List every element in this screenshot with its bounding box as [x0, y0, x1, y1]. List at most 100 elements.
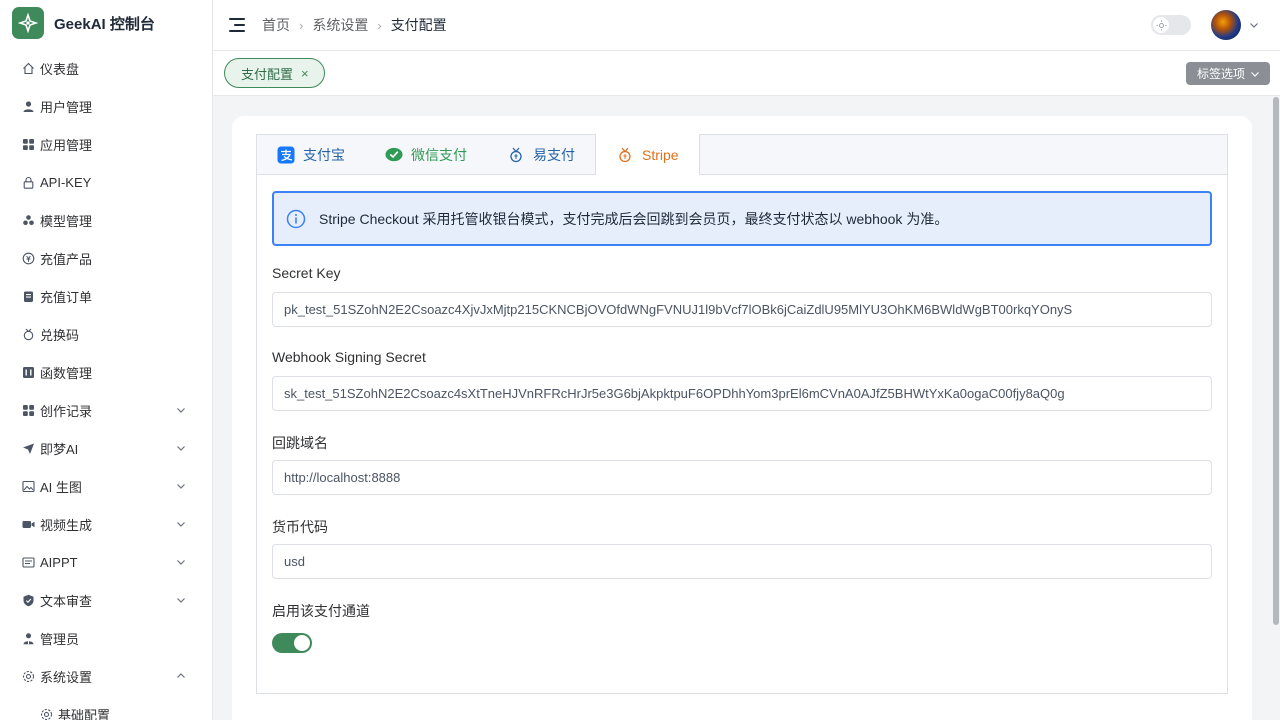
- scrollbar-thumb[interactable]: [1273, 97, 1279, 625]
- paper-plane-icon: [22, 442, 35, 455]
- secret-key-input[interactable]: pk_test_51SZohN2E2Csoazc4XjvJxMjtp215CKN…: [272, 292, 1212, 327]
- tab-label: Stripe: [642, 146, 679, 163]
- sidebar-item-label: 应用管理: [40, 137, 93, 153]
- medal-icon: [22, 328, 35, 341]
- sidebar-item-label: 充值订单: [40, 289, 93, 305]
- close-icon[interactable]: ×: [301, 66, 309, 81]
- grid-icon: [22, 138, 35, 151]
- enable-channel-label: 启用该支付通道: [272, 603, 370, 619]
- enable-channel-switch[interactable]: [272, 633, 312, 653]
- sidebar-item-label: API-KEY: [40, 174, 92, 190]
- sidebar-item-orders[interactable]: 充值订单: [0, 277, 212, 315]
- sidebar-item-label: AI 生图: [40, 479, 82, 495]
- sidebar-item-users[interactable]: 用户管理: [0, 87, 212, 125]
- house-icon: [22, 62, 35, 75]
- picture-icon: [22, 480, 35, 493]
- breadcrumb: 首页 › 系统设置 › 支付配置: [262, 15, 447, 35]
- sidebar-item-admins[interactable]: 管理员: [0, 619, 212, 657]
- tag-payment-config[interactable]: 支付配置 ×: [224, 58, 325, 88]
- chevron-down-icon: [177, 522, 185, 527]
- sidebar-item-redeem-codes[interactable]: 兑换码: [0, 315, 212, 353]
- brand[interactable]: GeekAI 控制台: [0, 0, 212, 46]
- tag-options-button[interactable]: 标签选项: [1185, 62, 1270, 85]
- medal-icon: [616, 146, 634, 164]
- sidebar-item-label: AIPPT: [40, 554, 78, 570]
- sidebar-item-label: 系统设置: [40, 669, 93, 685]
- payment-tabs: 支付宝 微信支付 易支付 Stripe Stripe Checkout 采用托管…: [256, 134, 1228, 694]
- sidebar-item-label: 创作记录: [40, 403, 93, 419]
- chevron-down-icon: [177, 598, 185, 603]
- sidebar-item-api-key[interactable]: API-KEY: [0, 163, 212, 201]
- tab-stripe[interactable]: Stripe: [595, 134, 700, 175]
- tab-label: 微信支付: [411, 147, 467, 163]
- secret-key-label: Secret Key: [272, 265, 341, 281]
- sidebar-menu: 仪表盘 用户管理 应用管理 API-KEY 模型管理 充值产品 充值订单 兑换码…: [0, 46, 212, 720]
- sidebar-item-label: 兑换码: [40, 327, 80, 343]
- avatar[interactable]: [1211, 10, 1241, 40]
- chevron-down-icon[interactable]: [1248, 19, 1260, 31]
- shield-icon: [22, 594, 35, 607]
- admin-icon: [22, 632, 35, 645]
- breadcrumb-system-settings[interactable]: 系统设置: [312, 15, 368, 35]
- tab-label: 支付宝: [303, 147, 345, 163]
- currency-input[interactable]: usd: [272, 544, 1212, 579]
- info-icon: [286, 209, 306, 228]
- logo-icon: [12, 7, 44, 39]
- sun-icon: [1153, 17, 1169, 33]
- breadcrumb-separator-icon: ›: [299, 17, 304, 33]
- sidebar-item-label: 基础配置: [58, 707, 111, 720]
- theme-toggle[interactable]: [1151, 15, 1191, 35]
- webhook-secret-input[interactable]: sk_test_51SZohN2E2Csoazc4sXtTneHJVnRFRcH…: [272, 376, 1212, 411]
- sidebar-subitem-basic-config[interactable]: 基础配置: [0, 695, 212, 720]
- sidebar-item-functions[interactable]: 函数管理: [0, 353, 212, 391]
- top-header: 首页 › 系统设置 › 支付配置: [213, 0, 1280, 51]
- callback-domain-label: 回跳域名: [272, 435, 328, 451]
- scrollbar[interactable]: [1272, 96, 1280, 720]
- chevron-down-icon: [177, 484, 185, 489]
- tag-label: 支付配置: [241, 66, 294, 82]
- lock-icon: [22, 176, 35, 189]
- gear-icon: [22, 670, 35, 683]
- breadcrumb-home[interactable]: 首页: [262, 15, 290, 35]
- sidebar-item-system-settings[interactable]: 系统设置: [0, 657, 212, 695]
- wechat-icon: [385, 146, 403, 164]
- breadcrumb-separator-icon: ›: [377, 17, 382, 33]
- sidebar-item-label: 仪表盘: [40, 61, 80, 77]
- order-icon: [22, 290, 35, 303]
- sidebar-item-apps[interactable]: 应用管理: [0, 125, 212, 163]
- sidebar-item-jimeng-ai[interactable]: 即梦AI: [0, 429, 212, 467]
- sidebar-item-video[interactable]: 视频生成: [0, 505, 212, 543]
- sidebar-item-creation-records[interactable]: 创作记录: [0, 391, 212, 429]
- webhook-secret-label: Webhook Signing Secret: [272, 349, 426, 365]
- tag-bar: 支付配置 × 标签选项: [213, 51, 1280, 96]
- sidebar-item-ai-image[interactable]: AI 生图: [0, 467, 212, 505]
- sidebar-item-dashboard[interactable]: 仪表盘: [0, 49, 212, 87]
- sidebar-item-label: 管理员: [40, 631, 80, 647]
- tab-yipay[interactable]: 易支付: [487, 135, 595, 175]
- sidebar-item-label: 函数管理: [40, 365, 93, 381]
- chevron-up-icon: [177, 673, 185, 678]
- sidebar-item-label: 视频生成: [40, 517, 93, 533]
- tab-alipay[interactable]: 支付宝: [257, 135, 365, 175]
- grid-icon: [22, 404, 35, 417]
- breadcrumb-current: 支付配置: [390, 17, 447, 33]
- cube-icon: [22, 214, 35, 227]
- menu-toggle-icon[interactable]: [229, 18, 245, 32]
- sidebar-item-models[interactable]: 模型管理: [0, 201, 212, 239]
- sidebar-item-label: 文本审查: [40, 593, 93, 609]
- sidebar-item-label: 即梦AI: [40, 441, 79, 457]
- chevron-down-icon: [177, 446, 185, 451]
- coin-icon: [22, 252, 35, 265]
- sidebar-item-content-review[interactable]: 文本审查: [0, 581, 212, 619]
- sidebar-item-label: 模型管理: [40, 213, 93, 229]
- chevron-down-icon: [1251, 71, 1259, 77]
- tab-wechat-pay[interactable]: 微信支付: [365, 135, 487, 175]
- callback-domain-input[interactable]: http://localhost:8888: [272, 460, 1212, 495]
- sidebar: GeekAI 控制台 仪表盘 用户管理 应用管理 API-KEY 模型管理 充值…: [0, 0, 213, 720]
- sidebar-item-products[interactable]: 充值产品: [0, 239, 212, 277]
- info-alert: Stripe Checkout 采用托管收银台模式，支付完成后会回跳到会员页，最…: [272, 191, 1212, 246]
- currency-label: 货币代码: [272, 519, 328, 535]
- sidebar-item-label: 用户管理: [40, 99, 93, 115]
- sidebar-item-aippt[interactable]: AIPPT: [0, 543, 212, 581]
- alipay-icon: [277, 146, 295, 164]
